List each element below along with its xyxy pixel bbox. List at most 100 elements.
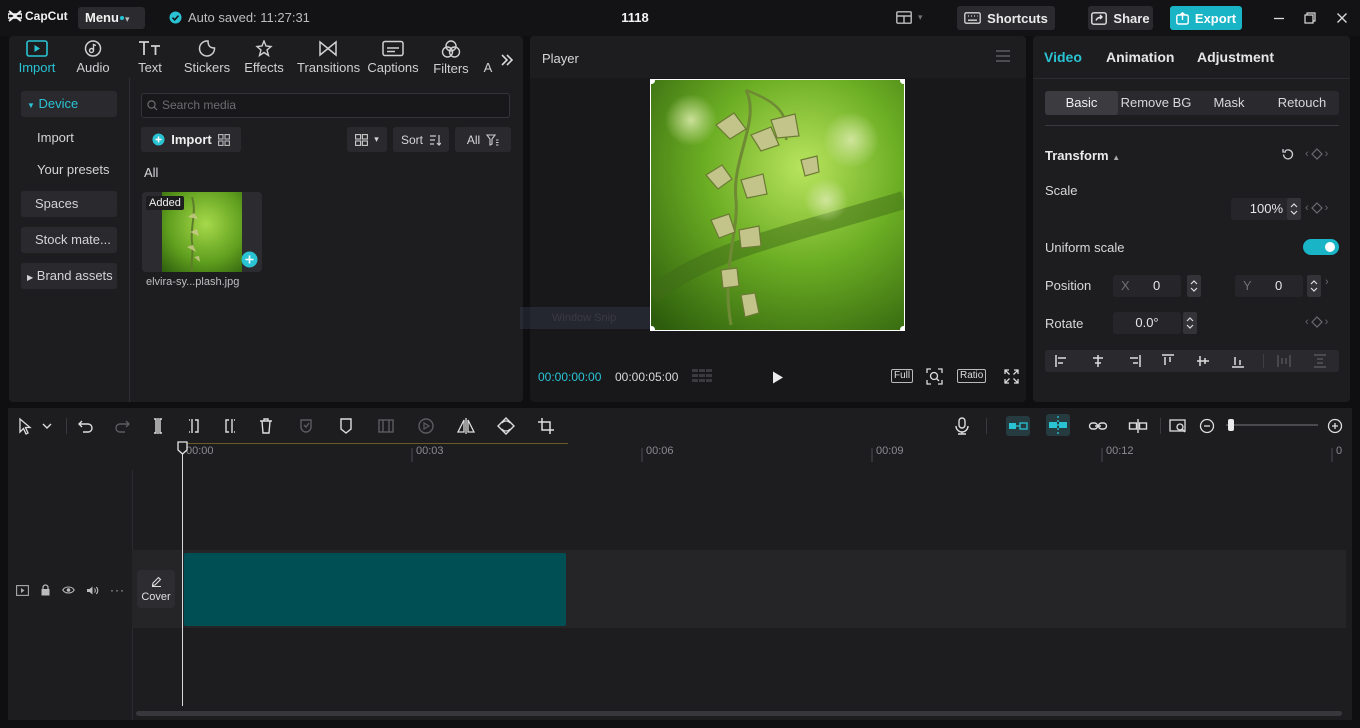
share-button[interactable]: Share bbox=[1088, 6, 1153, 30]
horizontal-scrollbar[interactable] bbox=[136, 711, 1342, 716]
double-chevron-right-icon[interactable] bbox=[499, 52, 515, 68]
preview-axis-icon[interactable] bbox=[1128, 416, 1148, 436]
tab-more[interactable]: A bbox=[479, 60, 497, 75]
subtab-basic[interactable]: Basic bbox=[1045, 91, 1118, 115]
play-icon[interactable] bbox=[772, 371, 784, 384]
subtab-retouch[interactable]: Retouch bbox=[1265, 91, 1339, 115]
auto-snap-icon[interactable] bbox=[1046, 414, 1070, 436]
ratio-button[interactable]: Ratio bbox=[957, 369, 987, 383]
split-left-icon[interactable] bbox=[184, 416, 204, 436]
subtab-mask[interactable]: Mask bbox=[1193, 91, 1265, 115]
prev-keyframe-icon[interactable]: ‹ bbox=[1305, 148, 1309, 160]
scale-input[interactable]: 100% bbox=[1231, 198, 1289, 220]
marker-icon[interactable] bbox=[336, 416, 356, 436]
sidebar-item-stock[interactable]: Stock mate... bbox=[21, 227, 117, 253]
tab-filters[interactable]: Filters bbox=[423, 40, 479, 76]
next-keyframe-icon[interactable]: › bbox=[1325, 148, 1329, 160]
tab-text[interactable]: Text bbox=[122, 40, 178, 75]
view-mode-dropdown[interactable]: ▾ bbox=[347, 127, 387, 152]
fullscreen-icon[interactable] bbox=[1004, 369, 1019, 384]
audio-volume-icon[interactable] bbox=[86, 585, 99, 596]
undo-icon[interactable] bbox=[76, 416, 96, 436]
rotate-icon[interactable] bbox=[496, 416, 516, 436]
project-title[interactable]: 1118 bbox=[580, 10, 690, 25]
pos-y-stepper-icon[interactable] bbox=[1307, 275, 1321, 297]
sidebar-item-presets[interactable]: Your presets bbox=[21, 157, 117, 183]
media-item[interactable]: Added bbox=[142, 192, 262, 272]
add-to-timeline-icon[interactable] bbox=[241, 251, 258, 268]
keyframe-diamond-icon[interactable] bbox=[1310, 202, 1323, 214]
select-cursor-icon[interactable] bbox=[16, 416, 36, 436]
zoom-in-icon[interactable] bbox=[1326, 416, 1346, 436]
rotate-stepper-icon[interactable] bbox=[1183, 312, 1197, 334]
tab-audio[interactable]: Audio bbox=[65, 40, 121, 75]
tab-stickers[interactable]: Stickers bbox=[179, 40, 235, 75]
hamburger-menu-icon[interactable] bbox=[996, 50, 1010, 62]
transform-section-title[interactable]: Transform ▲ bbox=[1045, 148, 1120, 163]
sidebar-item-import[interactable]: Import bbox=[21, 125, 117, 151]
align-bottom-icon[interactable] bbox=[1231, 354, 1245, 368]
filter-button[interactable]: All bbox=[455, 127, 511, 152]
tab-animation[interactable]: Animation bbox=[1106, 49, 1174, 65]
lock-icon[interactable] bbox=[40, 584, 51, 596]
resize-handle-br[interactable] bbox=[900, 326, 904, 330]
position-y-input[interactable]: Y 0 bbox=[1235, 275, 1303, 297]
video-clip[interactable] bbox=[184, 553, 566, 626]
mirror-icon[interactable] bbox=[456, 416, 476, 436]
tab-adjustment[interactable]: Adjustment bbox=[1197, 49, 1274, 65]
split-right-icon[interactable] bbox=[220, 416, 240, 436]
tab-video[interactable]: Video bbox=[1044, 49, 1082, 65]
resize-handle-bl[interactable] bbox=[651, 326, 655, 330]
align-center-v-icon[interactable] bbox=[1196, 354, 1210, 368]
shortcuts-button[interactable]: Shortcuts bbox=[957, 6, 1055, 30]
tab-transitions[interactable]: Transitions bbox=[297, 40, 360, 75]
sort-button[interactable]: Sort bbox=[393, 127, 449, 152]
next-keyframe-icon[interactable]: › bbox=[1325, 316, 1329, 328]
preview-canvas[interactable] bbox=[650, 79, 905, 331]
more-options-icon[interactable]: ··· bbox=[110, 583, 125, 597]
import-button[interactable]: Import bbox=[141, 127, 241, 152]
keyframe-nav[interactable]: ‹ › bbox=[1305, 148, 1328, 160]
rotate-input[interactable]: 0.0° bbox=[1113, 312, 1181, 334]
align-top-icon[interactable] bbox=[1161, 354, 1175, 368]
align-left-icon[interactable] bbox=[1055, 354, 1069, 368]
reset-icon[interactable] bbox=[1281, 148, 1294, 161]
tab-effects[interactable]: Effects bbox=[236, 40, 292, 75]
prev-keyframe-icon[interactable]: ‹ bbox=[1305, 202, 1309, 214]
main-track-magnet-icon[interactable] bbox=[1006, 416, 1030, 436]
subtab-remove-bg[interactable]: Remove BG bbox=[1119, 91, 1193, 115]
full-button[interactable]: Full bbox=[891, 369, 914, 383]
close-icon[interactable] bbox=[1334, 10, 1350, 26]
zoom-slider[interactable] bbox=[1226, 419, 1318, 431]
crop-icon[interactable] bbox=[536, 416, 556, 436]
minimize-icon[interactable] bbox=[1271, 10, 1287, 26]
zoom-fit-icon[interactable] bbox=[926, 368, 943, 385]
zoom-out-icon[interactable] bbox=[1198, 416, 1218, 436]
link-icon[interactable] bbox=[1088, 416, 1108, 436]
prev-keyframe-icon[interactable]: ‹ bbox=[1305, 316, 1309, 328]
scale-keyframe[interactable]: ‹ › bbox=[1305, 202, 1328, 214]
split-icon[interactable] bbox=[148, 416, 168, 436]
menu-button[interactable]: Menu ▾ bbox=[78, 7, 145, 29]
redo-icon[interactable] bbox=[112, 416, 132, 436]
pos-x-stepper-icon[interactable] bbox=[1187, 275, 1201, 297]
align-right-icon[interactable] bbox=[1127, 354, 1141, 368]
resize-handle-tr[interactable] bbox=[900, 80, 904, 84]
sidebar-item-device[interactable]: ▼ Device bbox=[21, 91, 117, 117]
next-keyframe-icon[interactable]: › bbox=[1325, 202, 1329, 214]
microphone-icon[interactable] bbox=[952, 416, 972, 436]
layout-icon[interactable]: ▾ bbox=[896, 11, 923, 24]
keyframe-diamond-icon[interactable] bbox=[1310, 316, 1323, 328]
position-keyframe-next-icon[interactable]: › bbox=[1325, 276, 1329, 288]
tab-captions[interactable]: Captions bbox=[365, 40, 421, 75]
scale-stepper-icon[interactable] bbox=[1287, 198, 1301, 220]
chevron-down-icon[interactable] bbox=[40, 416, 60, 436]
search-input[interactable]: Search media bbox=[141, 93, 510, 118]
screen-zoom-icon[interactable] bbox=[1168, 416, 1188, 436]
delete-icon[interactable] bbox=[256, 416, 276, 436]
keyframe-diamond-icon[interactable] bbox=[1310, 148, 1323, 160]
maximize-icon[interactable] bbox=[1302, 10, 1318, 26]
sidebar-item-spaces[interactable]: Spaces bbox=[21, 191, 117, 217]
align-center-h-icon[interactable] bbox=[1091, 354, 1105, 368]
playhead-handle[interactable] bbox=[177, 441, 188, 455]
